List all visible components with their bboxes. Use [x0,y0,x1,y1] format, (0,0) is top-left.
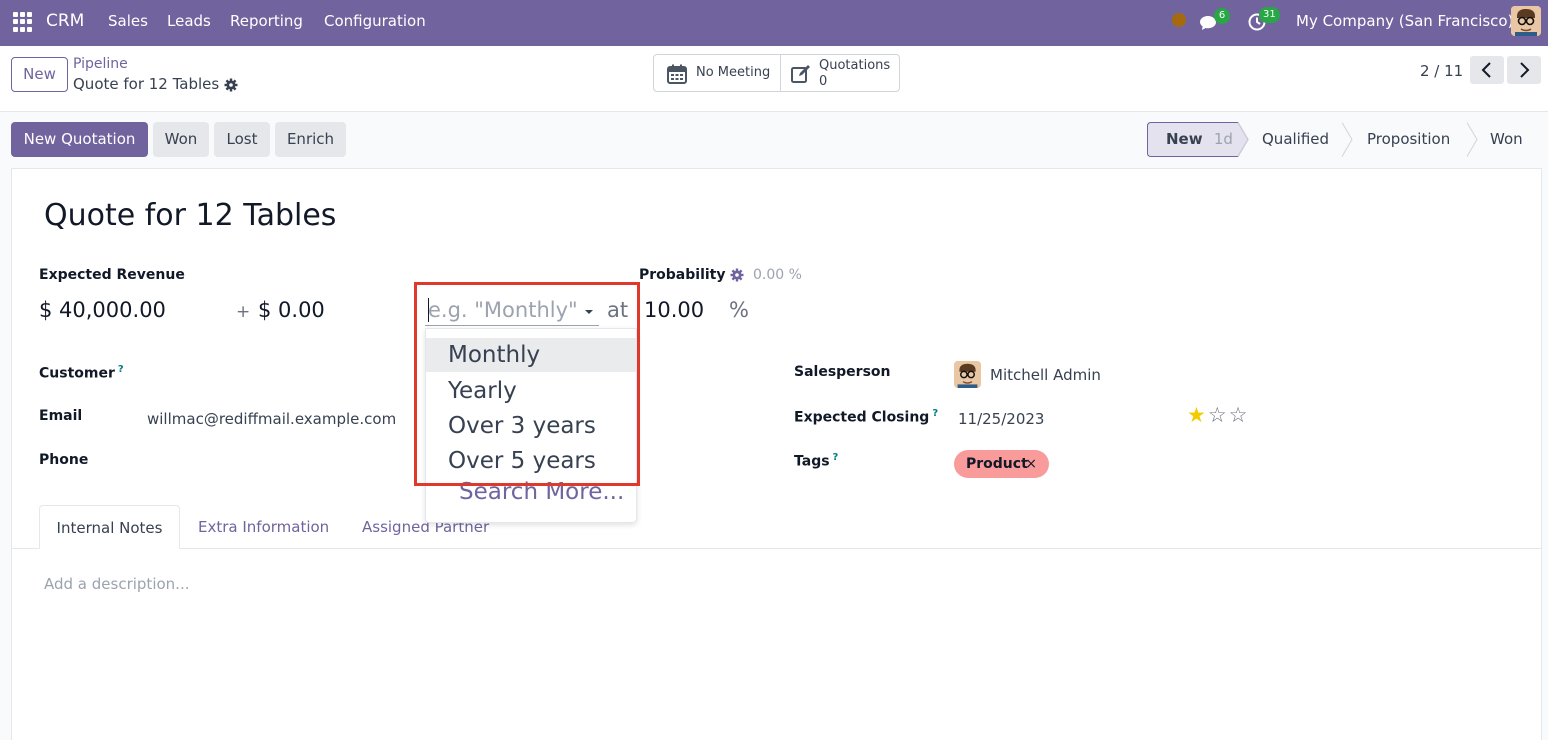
star-filled-icon[interactable]: ★ [1187,403,1208,427]
status-dot-icon[interactable] [1172,13,1186,27]
expected-closing-label: Expected Closing? [794,408,939,426]
user-avatar[interactable] [1511,6,1541,36]
expected-revenue-input[interactable]: $ 40,000.00 [39,298,166,322]
option-over-5-years[interactable]: Over 5 years [426,444,636,478]
salesperson-input[interactable]: Mitchell Admin [990,366,1101,384]
stage-won[interactable]: Won [1490,122,1523,157]
priority-stars[interactable]: ★☆☆ [1187,404,1249,426]
tag-remove-icon[interactable]: × [1025,450,1037,478]
control-panel: New Pipeline Quote for 12 Tables No Meet… [0,46,1548,112]
app-brand[interactable]: CRM [46,11,84,31]
quotations-label: Quotations [819,58,891,73]
form-sheet [11,168,1542,740]
tab-extra-information[interactable]: Extra Information [198,505,329,549]
quotations-count: 0 [819,74,828,89]
menu-sales[interactable]: Sales [108,12,148,30]
caret-down-icon[interactable] [585,310,593,314]
recurring-revenue-input[interactable]: $ 0.00 [258,298,325,322]
star-empty-icon[interactable]: ☆ [1229,403,1250,427]
stage-qualified[interactable]: Qualified [1262,122,1329,157]
probability-label: Probability [639,267,726,283]
won-button[interactable]: Won [153,122,209,157]
search-more-link[interactable]: Search More... [459,479,624,505]
stage-proposition[interactable]: Proposition [1367,122,1450,157]
option-over-3-years[interactable]: Over 3 years [426,409,636,443]
tab-internal-notes[interactable]: Internal Notes [39,505,180,549]
chevron-right-icon [1520,62,1530,78]
description-editor[interactable]: Add a description... [44,575,189,593]
phone-label: Phone [39,452,89,468]
stage-new-duration: 1d [1213,130,1233,148]
help-tooltip-icon[interactable]: ? [932,408,938,419]
menu-leads[interactable]: Leads [167,12,211,30]
quotations-smart-button[interactable]: Quotations 0 [780,54,900,92]
chevron-left-icon [1481,62,1491,78]
recurring-plan-input[interactable]: e.g. "Monthly" [425,296,599,326]
option-monthly[interactable]: Monthly [426,338,636,372]
apps-menu-icon[interactable] [13,12,33,32]
customer-label: Customer? [39,364,124,382]
expected-revenue-label: Expected Revenue [39,267,185,283]
probability-input[interactable]: 10.00 [644,298,704,322]
menu-configuration[interactable]: Configuration [324,12,426,30]
enrich-button[interactable]: Enrich [275,122,346,157]
company-switcher[interactable]: My Company (San Francisco) [1296,12,1513,30]
calendar-icon [666,63,688,85]
activities-badge: 31 [1259,7,1280,23]
tag-product: Product × [954,450,1049,478]
breadcrumb-current: Quote for 12 Tables [73,75,220,93]
pager-next-button[interactable] [1507,56,1541,84]
pager-value[interactable]: 2 / 11 [1420,62,1463,80]
salesperson-label: Salesperson [794,364,891,380]
plus-sign: + [236,302,251,322]
gear-icon[interactable] [224,77,238,92]
menu-reporting[interactable]: Reporting [230,12,303,30]
at-label: at [607,298,629,322]
edit-icon [790,63,812,85]
recurring-plan-dropdown: Monthly Yearly Over 3 years Over 5 years… [425,328,637,523]
opportunity-title[interactable]: Quote for 12 Tables [44,198,336,233]
email-input[interactable]: willmac@rediffmail.example.com [147,410,396,428]
meeting-label: No Meeting [696,65,771,80]
stage-new[interactable]: New 1d [1166,122,1233,157]
automated-probability: 0.00 % [753,267,802,283]
email-label: Email [39,408,83,424]
expected-closing-input[interactable]: 11/25/2023 [958,410,1044,428]
help-tooltip-icon[interactable]: ? [118,364,124,375]
new-record-button[interactable]: New [11,57,68,92]
messages-badge: 6 [1214,8,1230,24]
tags-label: Tags? [794,452,839,470]
star-empty-icon[interactable]: ☆ [1208,403,1229,427]
lost-button[interactable]: Lost [214,122,270,157]
percent-sign: % [729,298,749,322]
stage-bar: New 1d Qualified Proposition Won [1147,122,1543,157]
top-navbar: CRM Sales Leads Reporting Configuration … [0,0,1548,46]
breadcrumb-pipeline[interactable]: Pipeline [73,56,128,72]
meeting-smart-button[interactable]: No Meeting [653,54,781,92]
gear-icon[interactable] [730,267,744,282]
new-quotation-button[interactable]: New Quotation [11,122,148,157]
pager-previous-button[interactable] [1470,56,1504,84]
help-tooltip-icon[interactable]: ? [833,452,839,463]
option-yearly[interactable]: Yearly [426,374,636,408]
recurring-plan-placeholder: e.g. "Monthly" [428,298,578,322]
salesperson-avatar [954,361,981,388]
text-cursor [428,298,429,322]
